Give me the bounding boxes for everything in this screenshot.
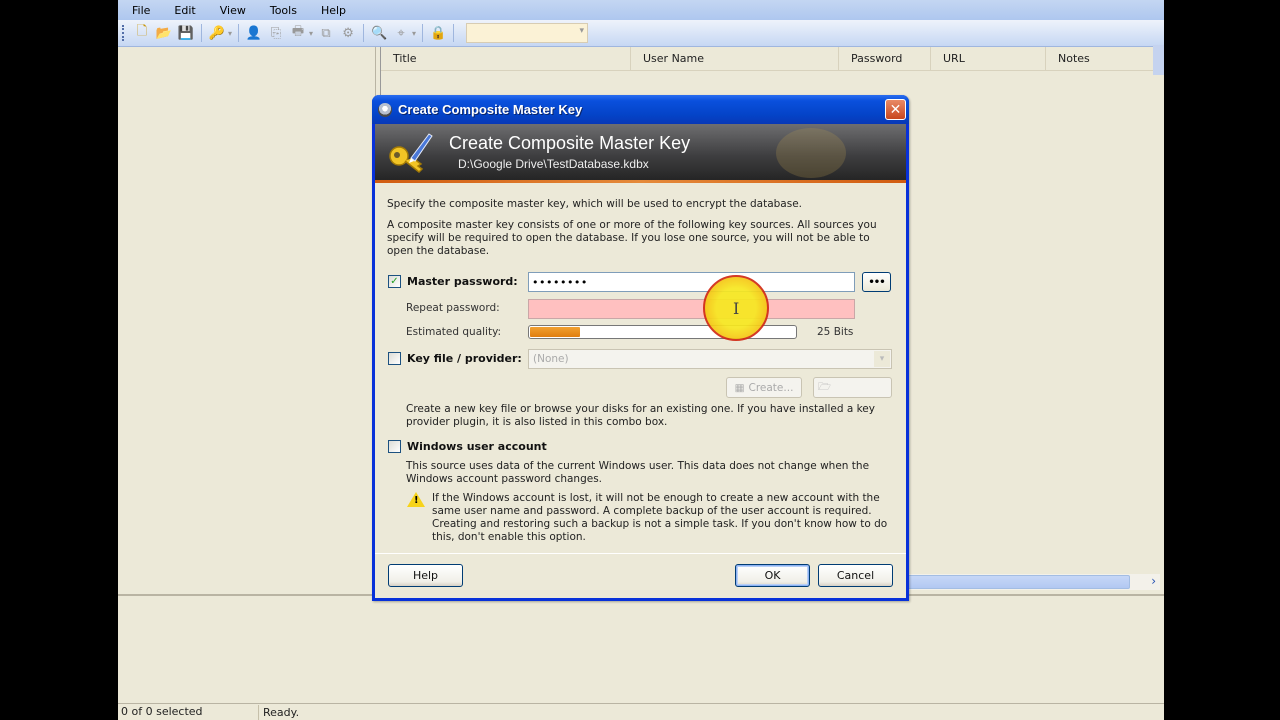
button-separator xyxy=(375,553,906,554)
sync-icon[interactable]: ⚙ xyxy=(339,24,357,42)
menu-bar: File Edit View Tools Help xyxy=(118,0,1164,20)
menu-help[interactable]: Help xyxy=(307,4,356,17)
master-password-checkbox[interactable]: ✓ xyxy=(388,275,401,288)
chevron-down-icon[interactable]: ▾ xyxy=(309,29,313,38)
key-file-combo[interactable]: (None) ▾ xyxy=(528,349,892,369)
lock-icon[interactable]: 🔒 xyxy=(429,24,447,42)
browse-key-file-button[interactable]: 🗁 xyxy=(813,377,892,398)
estimated-quality-label: Estimated quality: xyxy=(406,326,502,338)
new-database-icon[interactable]: 🗋 xyxy=(133,24,151,42)
toolbar-separator xyxy=(363,24,365,42)
key-file-selected: (None) xyxy=(533,353,569,365)
key-file-help: Create a new key file or browse your dis… xyxy=(406,403,875,428)
key-file-icon: ▦ xyxy=(734,381,745,394)
column-notes[interactable]: Notes xyxy=(1046,47,1126,70)
description-text: A composite master key consists of one o… xyxy=(387,219,877,257)
copy-icon[interactable]: ⧉ xyxy=(317,24,335,42)
banner-watermark xyxy=(776,128,846,178)
column-password[interactable]: Password xyxy=(839,47,931,70)
toolbar-separator xyxy=(453,24,455,42)
database-path: D:\Google Drive\TestDatabase.kdbx xyxy=(458,157,649,171)
toolbar-grip[interactable] xyxy=(122,25,125,41)
group-tree[interactable] xyxy=(118,47,376,592)
chevron-right-icon[interactable]: › xyxy=(1151,574,1156,588)
repeat-password-input[interactable] xyxy=(528,299,855,319)
copy-username-icon[interactable]: 👤 xyxy=(245,24,263,42)
quality-fill xyxy=(530,327,581,337)
add-entry-icon[interactable]: 🔑 xyxy=(208,24,226,42)
ok-button[interactable]: OK xyxy=(735,564,810,587)
filter-icon[interactable]: ⌖ xyxy=(392,24,410,42)
chevron-down-icon[interactable]: ▾ xyxy=(874,351,890,367)
print-icon[interactable]: 🖶 xyxy=(289,24,307,42)
column-title[interactable]: Title xyxy=(381,47,631,70)
windows-account-help: This source uses data of the current Win… xyxy=(406,460,870,485)
create-master-key-dialog: Create Composite Master Key ✕ Create Com… xyxy=(372,95,909,601)
windows-account-checkbox[interactable] xyxy=(388,440,401,453)
windows-account-label: Windows user account xyxy=(407,440,547,453)
selection-status: 0 of 0 selected xyxy=(118,705,259,720)
column-url[interactable]: URL xyxy=(931,47,1046,70)
find-icon[interactable]: 🔍 xyxy=(370,24,388,42)
create-key-file-label: Create... xyxy=(748,381,794,394)
text-cursor-icon: I xyxy=(733,299,740,318)
column-user-name[interactable]: User Name xyxy=(631,47,839,70)
vertical-scrollbar[interactable] xyxy=(1153,45,1164,75)
quality-bits: 25 Bits xyxy=(817,326,854,338)
entry-details-pane xyxy=(118,594,1164,704)
key-pencil-icon xyxy=(389,133,433,174)
keepass-lock-icon xyxy=(378,102,392,117)
create-key-file-button[interactable]: ▦ Create... xyxy=(726,377,802,398)
key-file-checkbox[interactable] xyxy=(388,352,401,365)
menu-tools[interactable]: Tools xyxy=(256,4,307,17)
status-bar: 0 of 0 selected Ready. xyxy=(118,705,1164,720)
master-password-input[interactable]: •••••••• xyxy=(528,272,855,292)
chevron-down-icon[interactable]: ▾ xyxy=(228,29,232,38)
key-file-label: Key file / provider: xyxy=(407,352,522,365)
chevron-down-icon[interactable]: ▾ xyxy=(412,29,416,38)
toolbar-separator xyxy=(422,24,424,42)
quick-find-dropdown[interactable] xyxy=(466,23,589,43)
ready-status: Ready. xyxy=(263,706,300,719)
entry-list-header: Title User Name Password URL Notes xyxy=(381,47,1160,71)
master-password-label: Master password: xyxy=(407,275,518,288)
close-button[interactable]: ✕ xyxy=(885,99,906,120)
intro-text: Specify the composite master key, which … xyxy=(387,198,803,210)
toolbar: 🗋 📂 💾 🔑 ▾ 👤 ⎘ 🖶 ▾ ⧉ ⚙ 🔍 ⌖ ▾ 🔒 xyxy=(118,20,1164,47)
save-icon[interactable]: 💾 xyxy=(177,24,195,42)
help-button[interactable]: Help xyxy=(388,564,463,587)
toolbar-separator xyxy=(238,24,240,42)
open-database-icon[interactable]: 📂 xyxy=(155,24,173,42)
menu-view[interactable]: View xyxy=(206,4,256,17)
windows-account-warning: If the Windows account is lost, it will … xyxy=(432,492,888,543)
copy-password-icon[interactable]: ⎘ xyxy=(267,24,285,42)
dialog-title: Create Composite Master Key xyxy=(398,102,583,117)
menu-edit[interactable]: Edit xyxy=(160,4,205,17)
toolbar-separator xyxy=(201,24,202,42)
cancel-button[interactable]: Cancel xyxy=(818,564,893,587)
banner-title: Create Composite Master Key xyxy=(449,133,691,153)
dialog-banner: Create Composite Master Key D:\Google Dr… xyxy=(375,124,906,183)
folder-open-icon: 🗁 xyxy=(818,380,832,393)
repeat-password-label: Repeat password: xyxy=(406,302,500,314)
menu-file[interactable]: File xyxy=(118,4,160,17)
dialog-titlebar[interactable]: Create Composite Master Key ✕ xyxy=(372,95,909,124)
show-password-toggle[interactable]: ••• xyxy=(862,272,891,292)
warning-icon: ! xyxy=(407,492,425,507)
